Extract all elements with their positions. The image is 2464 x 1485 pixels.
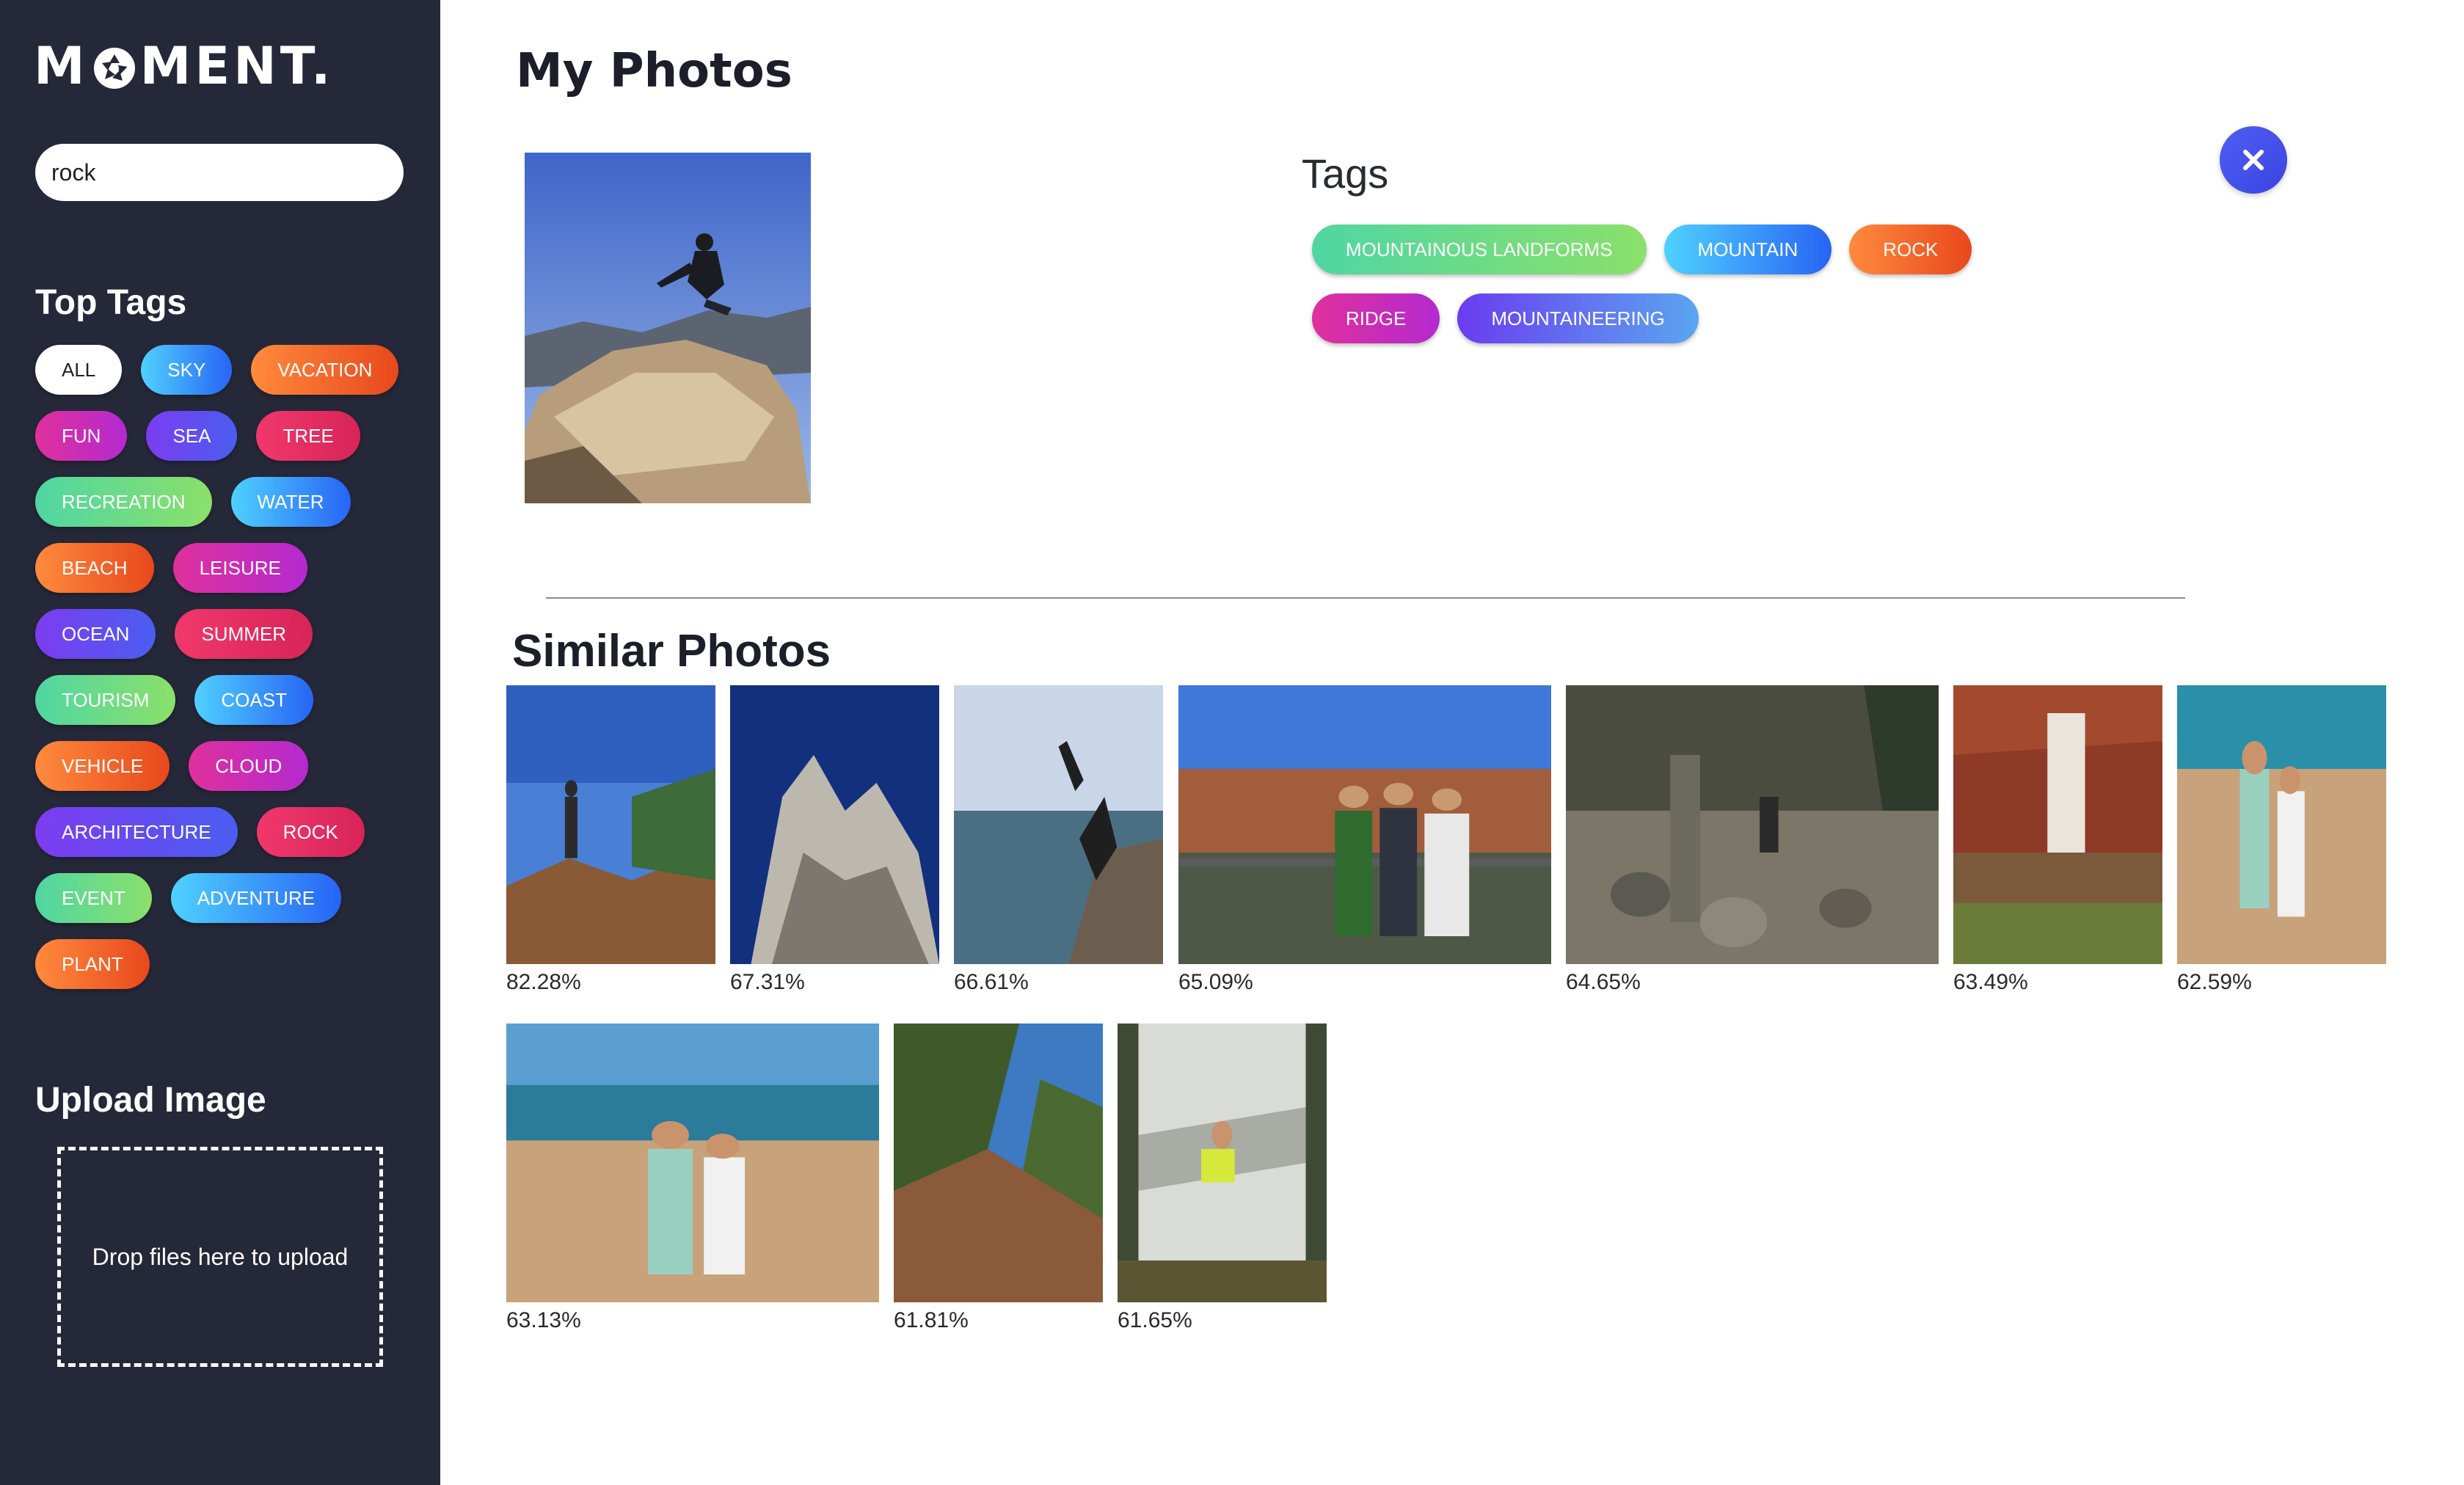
similar-photo-thumbnail[interactable] [506, 685, 715, 964]
similarity-score: 67.31% [730, 970, 805, 994]
tag-chip-vacation[interactable]: VACATION [251, 345, 399, 395]
close-icon [2243, 150, 2264, 170]
section-divider [546, 597, 2185, 599]
tag-chip-coast[interactable]: COAST [194, 675, 313, 725]
similar-photo-thumbnail[interactable] [506, 1024, 879, 1302]
tags-heading: Tags [1302, 150, 1389, 197]
upload-heading: Upload Image [35, 1081, 266, 1120]
tag-chip-summer[interactable]: SUMMER [175, 609, 313, 659]
similar-photo-thumbnail[interactable] [730, 685, 939, 964]
close-button[interactable] [2220, 126, 2287, 194]
similarity-score: 66.61% [954, 970, 1029, 994]
tag-chip-tree[interactable]: TREE [256, 411, 360, 461]
tag-chip-all[interactable]: ALL [35, 345, 123, 395]
top-tags-heading: Top Tags [35, 283, 187, 322]
photo-tag-chip-mountainous-landforms[interactable]: MOUNTAINOUS LANDFORMS [1312, 225, 1647, 274]
logo-text-right: MENT. [139, 36, 335, 96]
aperture-icon [92, 43, 137, 89]
tag-chip-beach[interactable]: BEACH [35, 543, 154, 593]
similar-photo-thumbnail[interactable] [1118, 1024, 1327, 1302]
similarity-score: 63.49% [1953, 970, 2028, 994]
similar-photo-thumbnail[interactable] [1566, 685, 1939, 964]
similar-photo-thumbnail[interactable] [1178, 685, 1551, 964]
tag-chip-sea[interactable]: SEA [146, 411, 238, 461]
photo-tag-chip-mountaineering[interactable]: MOUNTAINEERING [1457, 293, 1699, 343]
similar-photo-thumbnail[interactable] [1953, 685, 2162, 964]
similarity-score: 61.65% [1118, 1308, 1192, 1332]
photo-tag-chip-ridge[interactable]: RIDGE [1312, 293, 1440, 343]
dropzone-label: Drop files here to upload [92, 1243, 349, 1270]
tag-chip-adventure[interactable]: ADVENTURE [170, 873, 342, 923]
similarity-score: 82.28% [506, 970, 581, 994]
top-tags-list: ALL SKY VACATION FUN SEA TREE RECREATION WATER B… [35, 345, 409, 989]
tag-chip-fun[interactable]: FUN [35, 411, 128, 461]
similar-photo-thumbnail[interactable] [2177, 685, 2386, 964]
tag-chip-event[interactable]: EVENT [35, 873, 152, 923]
tag-chip-leisure[interactable]: LEISURE [172, 543, 307, 593]
search-input[interactable] [35, 144, 404, 201]
tag-chip-architecture[interactable]: ARCHITECTURE [35, 807, 238, 857]
similar-photos-heading: Similar Photos [512, 626, 831, 676]
logo-text-left: M [34, 36, 89, 96]
photo-tag-chip-rock[interactable]: ROCK [1849, 225, 1972, 274]
tag-chip-rock[interactable]: ROCK [256, 807, 365, 857]
similarity-score: 65.09% [1178, 970, 1253, 994]
tag-chip-vehicle[interactable]: VEHICLE [35, 741, 170, 791]
tag-chip-sky[interactable]: SKY [141, 345, 233, 395]
upload-dropzone[interactable]: Drop files here to upload [57, 1147, 383, 1367]
similarity-score: 61.81% [894, 1308, 969, 1332]
similarity-score: 63.13% [506, 1308, 581, 1332]
similarity-score: 64.65% [1566, 970, 1641, 994]
page-title: My Photos [516, 44, 792, 98]
photo-tag-chip-mountain[interactable]: MOUNTAIN [1663, 225, 1832, 274]
moment-logo[interactable]: M MENT. [34, 36, 335, 96]
tag-chip-ocean[interactable]: OCEAN [35, 609, 156, 659]
tag-chip-plant[interactable]: PLANT [35, 939, 150, 989]
tag-chip-recreation[interactable]: RECREATION [35, 477, 212, 527]
tag-chip-tourism[interactable]: TOURISM [35, 675, 176, 725]
similar-photo-thumbnail[interactable] [894, 1024, 1103, 1302]
selected-photo[interactable] [525, 153, 811, 503]
similarity-score: 62.59% [2177, 970, 2252, 994]
tag-chip-water[interactable]: WATER [230, 477, 351, 527]
photo-tags-list: MOUNTAINOUS LANDFORMS MOUNTAIN ROCK RIDGE MO… [1312, 225, 2016, 343]
similar-photo-thumbnail[interactable] [954, 685, 1163, 964]
tag-chip-cloud[interactable]: CLOUD [189, 741, 309, 791]
sidebar: M MENT. Top Tags ALL SKY VACATION FUN SEA TRE… [0, 0, 440, 1485]
